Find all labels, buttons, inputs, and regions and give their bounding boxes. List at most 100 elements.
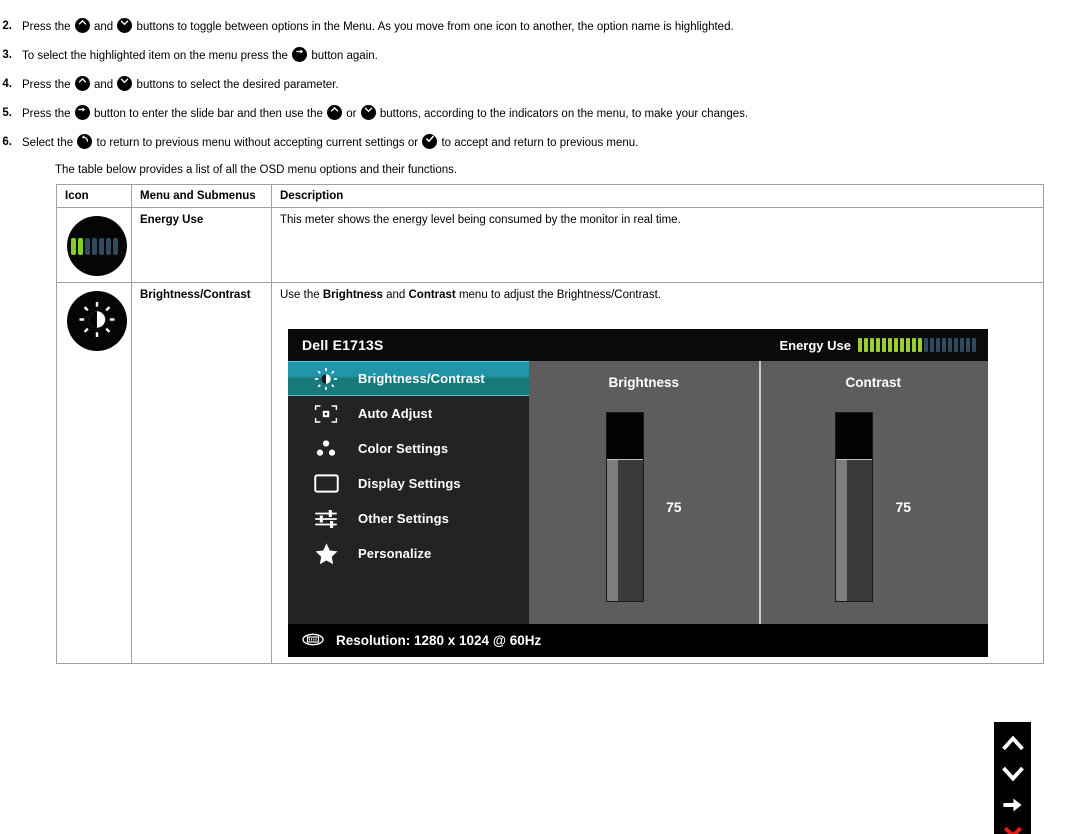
instruction-steps: 2. Press the and buttons to toggle betwee… (0, 0, 1080, 161)
osd-slider-pane-brightness: Brightness 75 (529, 361, 759, 624)
osd-options-table: Icon Menu and Submenus Description Energ… (56, 184, 1044, 664)
instruction-step: 6. Select the to return to previous menu … (0, 132, 1080, 161)
osd-nav-close-x-icon[interactable] (997, 820, 1028, 834)
instruction-step: 5. Press the button to enter the slide ba… (0, 103, 1080, 132)
down-chevron-icon (117, 18, 133, 33)
column-header-description: Description (271, 184, 1044, 208)
instruction-step: 2. Press the and buttons to toggle betwee… (0, 16, 1080, 45)
osd-model-name: Dell E1713S (302, 337, 384, 353)
step-text-fragment: to accept and return to previous menu. (438, 137, 639, 149)
osd-slider-title: Contrast (845, 375, 901, 390)
table-row: Energy Use This meter shows the energy l… (56, 207, 1044, 283)
osd-table-stage: Icon Menu and Submenus Description Energ… (0, 184, 1080, 834)
back-arrow-icon (77, 134, 93, 149)
step-text: Press the and buttons to toggle between … (22, 16, 734, 34)
energy-bar-segment-off (972, 338, 976, 352)
brightness-contrast-icon (67, 291, 127, 351)
osd-slider-wrap: 75 (605, 412, 682, 602)
energy-bar-segment (78, 238, 83, 255)
osd-menu-item-label: Brightness/Contrast (358, 371, 485, 386)
step-text-fragment: buttons to select the desired parameter. (133, 79, 339, 91)
energy-bar-segment-on (870, 338, 874, 352)
osd-menu-item-brightness-contrast[interactable]: Brightness/Contrast (288, 361, 529, 396)
step-text-fragment: and (90, 21, 117, 33)
osd-menu-item-auto-adjust[interactable]: Auto Adjust (288, 396, 529, 431)
osd-slider-track[interactable] (835, 412, 874, 602)
energy-bar-segment (85, 238, 90, 255)
osd-menu-item-personalize[interactable]: Personalize (288, 536, 529, 571)
osd-energy-meter: Energy Use (779, 338, 976, 353)
energy-bar-segment-on (894, 338, 898, 352)
energy-bar-segment-on (918, 338, 922, 352)
color-settings-icon (310, 438, 342, 460)
energy-bar-segment-off (960, 338, 964, 352)
osd-slider-pane-contrast: Contrast 75 (758, 361, 989, 624)
personalize-icon (310, 542, 342, 566)
energy-bar-segment-on (900, 338, 904, 352)
osd-resolution-text: Resolution: 1280 x 1024 @ 60Hz (336, 633, 542, 648)
osd-status-bar: Resolution: 1280 x 1024 @ 60Hz (288, 624, 988, 657)
menu-name-brightness-contrast: Brightness/Contrast (131, 282, 272, 664)
energy-use-icon-bars (71, 238, 118, 255)
osd-window: Dell E1713S Energy Use Brightness/Contra… (288, 329, 988, 657)
energy-bar-segment-off (954, 338, 958, 352)
osd-menu-item-display-settings[interactable]: Display Settings (288, 466, 529, 501)
osd-menu-item-label: Color Settings (358, 441, 449, 456)
step-text-fragment: buttons to toggle between options in the… (133, 21, 734, 33)
right-arrow-icon (74, 105, 90, 120)
brightness-glyph (77, 300, 117, 343)
column-header-menu: Menu and Submenus (131, 184, 272, 208)
down-chevron-icon (360, 105, 376, 120)
osd-menu-item-color-settings[interactable]: Color Settings (288, 431, 529, 466)
energy-bar-segment-off (966, 338, 970, 352)
energy-bar-segment-off (936, 338, 940, 352)
right-arrow-icon (292, 47, 308, 62)
table-header-row: Icon Menu and Submenus Description (56, 184, 1044, 208)
energy-bar-segment-on (882, 338, 886, 352)
step-number: 5. (2, 107, 12, 119)
step-number: 2. (2, 20, 12, 32)
osd-menu-item-label: Personalize (358, 546, 432, 561)
step-text-fragment: or (343, 108, 360, 120)
description-fragment: This meter shows the energy level being … (280, 214, 681, 226)
step-number: 4. (2, 78, 12, 90)
osd-slider-wrap: 75 (835, 412, 911, 602)
check-icon (422, 134, 438, 149)
osd-slider-track[interactable] (605, 412, 644, 602)
step-text: Press the and buttons to select the desi… (22, 74, 339, 92)
osd-slider-empty (606, 413, 643, 460)
energy-bar-segment-off (942, 338, 946, 352)
step-text-fragment: button to enter the slide bar and then u… (90, 108, 327, 120)
energy-bar-segment-on (876, 338, 880, 352)
step-text-fragment: to return to previous menu without accep… (93, 137, 422, 149)
table-row: Brightness/Contrast Use the Brightness a… (56, 282, 1044, 664)
osd-energy-bars (858, 338, 976, 352)
step-text: To select the highlighted item on the me… (22, 45, 378, 63)
osd-nav-up-chevron-icon[interactable] (997, 727, 1028, 758)
energy-bar-segment-on (906, 338, 910, 352)
osd-menu-item-other-settings[interactable]: Other Settings (288, 501, 529, 536)
osd-menu-item-label: Auto Adjust (358, 406, 433, 421)
step-number: 3. (2, 49, 12, 61)
energy-bar-segment-on (858, 338, 862, 352)
energy-bar-segment (106, 238, 111, 255)
osd-slider-fill (836, 460, 873, 601)
osd-menu-item-label: Other Settings (358, 511, 449, 526)
energy-bar-segment-off (948, 338, 952, 352)
auto-adjust-icon (310, 404, 342, 424)
osd-content-panel: Brightness 75 Contrast 75 (529, 361, 988, 624)
energy-bar-segment (99, 238, 104, 255)
osd-slider-empty (836, 413, 873, 460)
brightness-contrast-icon (310, 366, 342, 392)
step-text-fragment: Press the (22, 108, 74, 120)
energy-use-icon-cell (56, 207, 132, 283)
description-fragment: Use the (280, 289, 323, 301)
up-chevron-icon (74, 76, 90, 91)
energy-bar-segment-on (888, 338, 892, 352)
step-text: Press the button to enter the slide bar … (22, 103, 748, 121)
osd-energy-label: Energy Use (779, 337, 851, 353)
osd-titlebar: Dell E1713S Energy Use (288, 329, 988, 361)
osd-nav-down-chevron-icon[interactable] (997, 758, 1028, 789)
osd-nav-right-arrow-icon[interactable] (997, 789, 1028, 820)
step-text: Select the to return to previous menu wi… (22, 132, 638, 150)
